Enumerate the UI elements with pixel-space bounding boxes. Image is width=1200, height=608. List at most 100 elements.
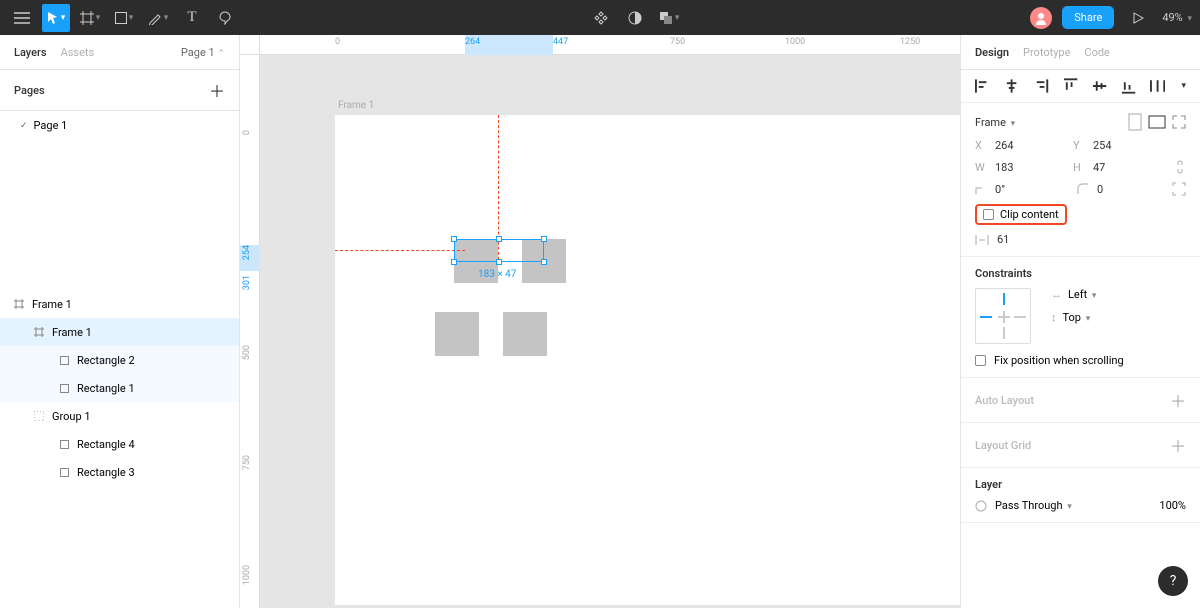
selection-handle[interactable] <box>541 236 547 242</box>
rectangle-shape[interactable] <box>503 312 547 356</box>
independent-corners-icon[interactable] <box>1172 182 1186 196</box>
layer-row[interactable]: Rectangle 2 <box>0 346 239 374</box>
layer-section-title: Layer <box>975 478 1186 491</box>
resize-to-fit-icon[interactable] <box>1172 115 1186 129</box>
h-label: H <box>1073 161 1085 174</box>
align-hcenter-icon[interactable] <box>1004 78 1019 94</box>
frame-type[interactable]: Frame ▾ <box>975 116 1015 129</box>
mask-button[interactable] <box>621 4 649 32</box>
rotation-icon <box>975 183 987 195</box>
frame-background[interactable] <box>335 115 960 605</box>
orientation-portrait-icon[interactable] <box>1128 113 1142 131</box>
share-button[interactable]: Share <box>1062 6 1114 29</box>
align-vcenter-icon[interactable] <box>1092 78 1107 94</box>
constrain-proportions-icon[interactable] <box>1174 160 1186 174</box>
ruler-tick: 1000 <box>785 37 805 47</box>
frame-icon <box>14 299 24 309</box>
layer-name: Frame 1 <box>52 326 92 339</box>
dimension-label: 183 × 47 <box>478 269 516 280</box>
tab-assets[interactable]: Assets <box>61 46 95 59</box>
radius-value[interactable]: 0 <box>1097 183 1147 196</box>
layer-row[interactable]: Rectangle 3 <box>0 458 239 486</box>
layer-row[interactable]: Rectangle 1 <box>0 374 239 402</box>
pages-header: Pages <box>14 84 45 97</box>
text-tool[interactable]: T <box>178 4 206 32</box>
help-button[interactable]: ? <box>1158 566 1188 596</box>
rectangle-shape[interactable] <box>435 312 479 356</box>
h-value[interactable]: 47 <box>1093 161 1143 174</box>
rectangle-icon <box>60 356 69 365</box>
add-auto-layout-button[interactable]: ＋ <box>1170 388 1186 412</box>
ruler-corner <box>240 35 260 55</box>
layer-row[interactable]: Rectangle 4 <box>0 430 239 458</box>
layer-row[interactable]: Group 1 <box>0 402 239 430</box>
page-item[interactable]: ✓ Page 1 <box>0 111 239 140</box>
frame-label[interactable]: Frame 1 <box>338 100 374 111</box>
page-name: Page 1 <box>34 119 68 132</box>
clip-content-highlight: Clip content <box>975 204 1067 225</box>
opacity-value[interactable]: 100% <box>1159 499 1186 512</box>
spacing-value[interactable]: 61 <box>997 233 1047 246</box>
comment-tool[interactable] <box>212 4 240 32</box>
selection-handle[interactable] <box>451 236 457 242</box>
auto-layout-title: Auto Layout <box>975 394 1034 407</box>
smart-guide-horizontal <box>335 250 465 251</box>
selection-handle[interactable] <box>451 259 457 265</box>
menu-button[interactable] <box>8 4 36 32</box>
w-value[interactable]: 183 <box>995 161 1045 174</box>
user-avatar[interactable] <box>1030 7 1052 29</box>
add-page-button[interactable]: ＋ <box>209 78 225 102</box>
constraint-h[interactable]: Left ▾ <box>1068 288 1096 301</box>
canvas[interactable]: 0264447750100012501500 02543015007501000… <box>240 35 960 608</box>
add-layout-grid-button[interactable]: ＋ <box>1170 433 1186 457</box>
clip-content-label[interactable]: Clip content <box>1000 208 1059 221</box>
move-tool[interactable]: ▾ <box>42 4 70 32</box>
page-indicator[interactable]: Page 1 ⌃ <box>181 46 225 59</box>
layer-name: Rectangle 1 <box>77 382 135 395</box>
align-top-icon[interactable] <box>1063 78 1078 94</box>
blend-mode[interactable]: Pass Through ▾ <box>995 499 1072 512</box>
layer-name: Group 1 <box>52 410 91 423</box>
components-button[interactable] <box>587 4 615 32</box>
shape-tool[interactable]: ▾ <box>110 4 138 32</box>
ruler-tick: 750 <box>670 37 685 47</box>
spacing-icon <box>975 234 989 246</box>
tab-code[interactable]: Code <box>1084 46 1109 59</box>
boolean-button[interactable]: ▾ <box>655 4 683 32</box>
ruler-tick: 301 <box>242 275 252 290</box>
align-left-icon[interactable] <box>975 78 990 94</box>
frame-tool[interactable]: ▾ <box>76 4 104 32</box>
align-right-icon[interactable] <box>1033 78 1048 94</box>
layout-grid-title: Layout Grid <box>975 439 1031 452</box>
constraint-v[interactable]: Top ▾ <box>1063 311 1091 324</box>
layer-row[interactable]: Frame 1 <box>0 290 239 318</box>
ruler-tick: 500 <box>242 345 252 360</box>
pen-tool[interactable]: ▾ <box>144 4 172 32</box>
radius-icon <box>1077 183 1089 195</box>
layer-name: Rectangle 4 <box>77 438 135 451</box>
selection-handle[interactable] <box>541 259 547 265</box>
layer-row[interactable]: Frame 1 <box>0 318 239 346</box>
x-value[interactable]: 264 <box>995 139 1045 152</box>
constraints-widget[interactable] <box>975 288 1031 344</box>
w-label: W <box>975 161 987 174</box>
play-button[interactable] <box>1124 4 1152 32</box>
orientation-landscape-icon[interactable] <box>1148 115 1166 129</box>
distribute-icon[interactable] <box>1150 78 1165 94</box>
ruler-horizontal[interactable]: 0264447750100012501500 <box>260 35 960 55</box>
fix-position-label[interactable]: Fix position when scrolling <box>994 354 1124 367</box>
tab-design[interactable]: Design <box>975 46 1009 59</box>
y-label: Y <box>1073 139 1085 152</box>
align-bottom-icon[interactable] <box>1121 78 1136 94</box>
tab-prototype[interactable]: Prototype <box>1023 46 1070 59</box>
ruler-vertical[interactable]: 02543015007501000 <box>240 55 260 608</box>
y-value[interactable]: 254 <box>1093 139 1143 152</box>
selection-handle[interactable] <box>496 259 502 265</box>
group-icon <box>34 411 44 421</box>
rotation-value[interactable]: 0° <box>995 183 1045 196</box>
tab-layers[interactable]: Layers <box>14 46 47 59</box>
selection-handle[interactable] <box>496 236 502 242</box>
clip-content-checkbox[interactable] <box>983 209 994 220</box>
fix-position-checkbox[interactable] <box>975 355 986 366</box>
zoom-level[interactable]: 49% ▾ <box>1162 11 1192 24</box>
